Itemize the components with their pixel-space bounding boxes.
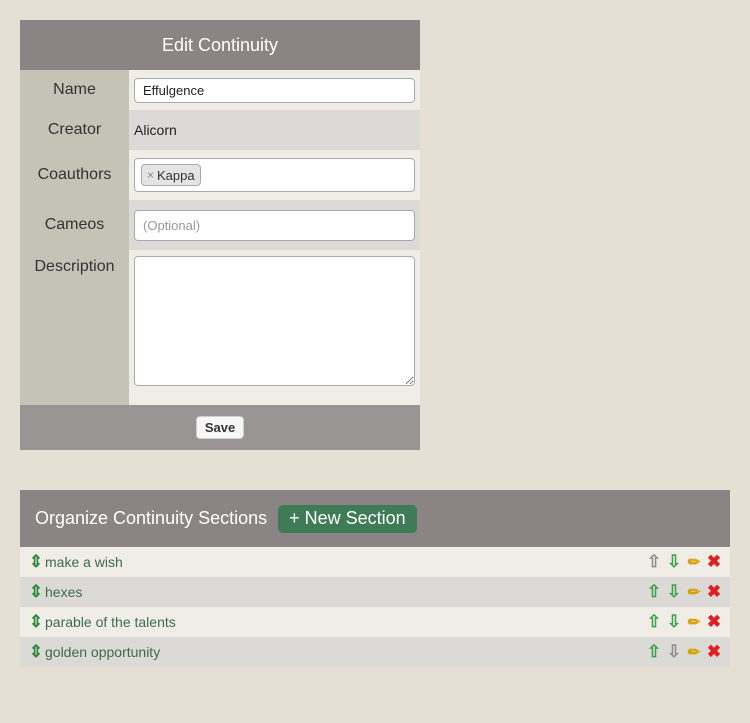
- organize-sections-panel: Organize Continuity Sections + New Secti…: [20, 490, 730, 667]
- creator-value: Alicorn: [134, 122, 177, 138]
- name-row: Name: [20, 70, 420, 110]
- move-up-icon[interactable]: ⇧: [644, 612, 664, 632]
- section-link[interactable]: hexes: [45, 584, 82, 600]
- cameos-label: Cameos: [20, 200, 129, 250]
- section-row: ⇕ hexes ⇧ ⇩ ✏ ✖: [20, 577, 730, 607]
- drag-handle-icon[interactable]: ⇕: [27, 582, 45, 602]
- section-link[interactable]: golden opportunity: [45, 644, 160, 660]
- edit-icon[interactable]: ✏: [684, 583, 704, 601]
- description-row: Description: [20, 250, 420, 405]
- coauthors-select[interactable]: × Kappa: [134, 158, 415, 192]
- description-label: Description: [20, 250, 129, 405]
- move-up-icon: ⇧: [646, 552, 662, 571]
- creator-row: Creator Alicorn: [20, 110, 420, 150]
- move-down-icon[interactable]: ⇩: [664, 582, 684, 602]
- sections-title: Organize Continuity Sections: [35, 508, 268, 528]
- form-footer: Save: [20, 405, 420, 450]
- delete-icon[interactable]: ✖: [704, 552, 724, 572]
- drag-handle-icon[interactable]: ⇕: [27, 612, 45, 632]
- delete-icon[interactable]: ✖: [704, 642, 724, 662]
- section-row: ⇕ parable of the talents ⇧ ⇩ ✏ ✖: [20, 607, 730, 637]
- move-down-icon: ⇩: [666, 642, 682, 661]
- section-link[interactable]: make a wish: [45, 554, 123, 570]
- move-up-icon[interactable]: ⇧: [644, 582, 664, 602]
- section-row: ⇕ golden opportunity ⇧ ⇩ ✏ ✖: [20, 637, 730, 667]
- edit-icon[interactable]: ✏: [684, 553, 704, 571]
- edit-continuity-form: Edit Continuity Name Creator Alicorn Coa…: [20, 20, 420, 450]
- move-down-icon[interactable]: ⇩: [664, 612, 684, 632]
- edit-icon[interactable]: ✏: [684, 613, 704, 631]
- section-row: ⇕ make a wish ⇧ ⇩ ✏ ✖: [20, 547, 730, 577]
- delete-icon[interactable]: ✖: [704, 612, 724, 632]
- coauthors-label: Coauthors: [20, 150, 129, 200]
- section-link[interactable]: parable of the talents: [45, 614, 176, 630]
- edit-icon[interactable]: ✏: [684, 643, 704, 661]
- move-down-icon[interactable]: ⇩: [664, 552, 684, 572]
- move-up-icon[interactable]: ⇧: [644, 642, 664, 662]
- drag-handle-icon[interactable]: ⇕: [27, 642, 45, 662]
- description-textarea[interactable]: [134, 256, 415, 386]
- remove-tag-icon[interactable]: ×: [147, 168, 154, 182]
- coauthors-row: Coauthors × Kappa: [20, 150, 420, 200]
- delete-icon[interactable]: ✖: [704, 582, 724, 602]
- cameos-input[interactable]: [134, 209, 415, 241]
- cameos-row: Cameos: [20, 200, 420, 250]
- name-input[interactable]: [134, 77, 415, 103]
- coauthor-tag: × Kappa: [141, 164, 201, 186]
- sections-header: Organize Continuity Sections + New Secti…: [20, 490, 730, 547]
- form-title: Edit Continuity: [20, 20, 420, 70]
- new-section-button[interactable]: + New Section: [278, 504, 417, 533]
- drag-handle-icon[interactable]: ⇕: [27, 552, 45, 572]
- coauthor-tag-label: Kappa: [157, 167, 195, 183]
- name-label: Name: [20, 70, 129, 110]
- save-button[interactable]: Save: [195, 416, 245, 439]
- creator-label: Creator: [20, 110, 129, 150]
